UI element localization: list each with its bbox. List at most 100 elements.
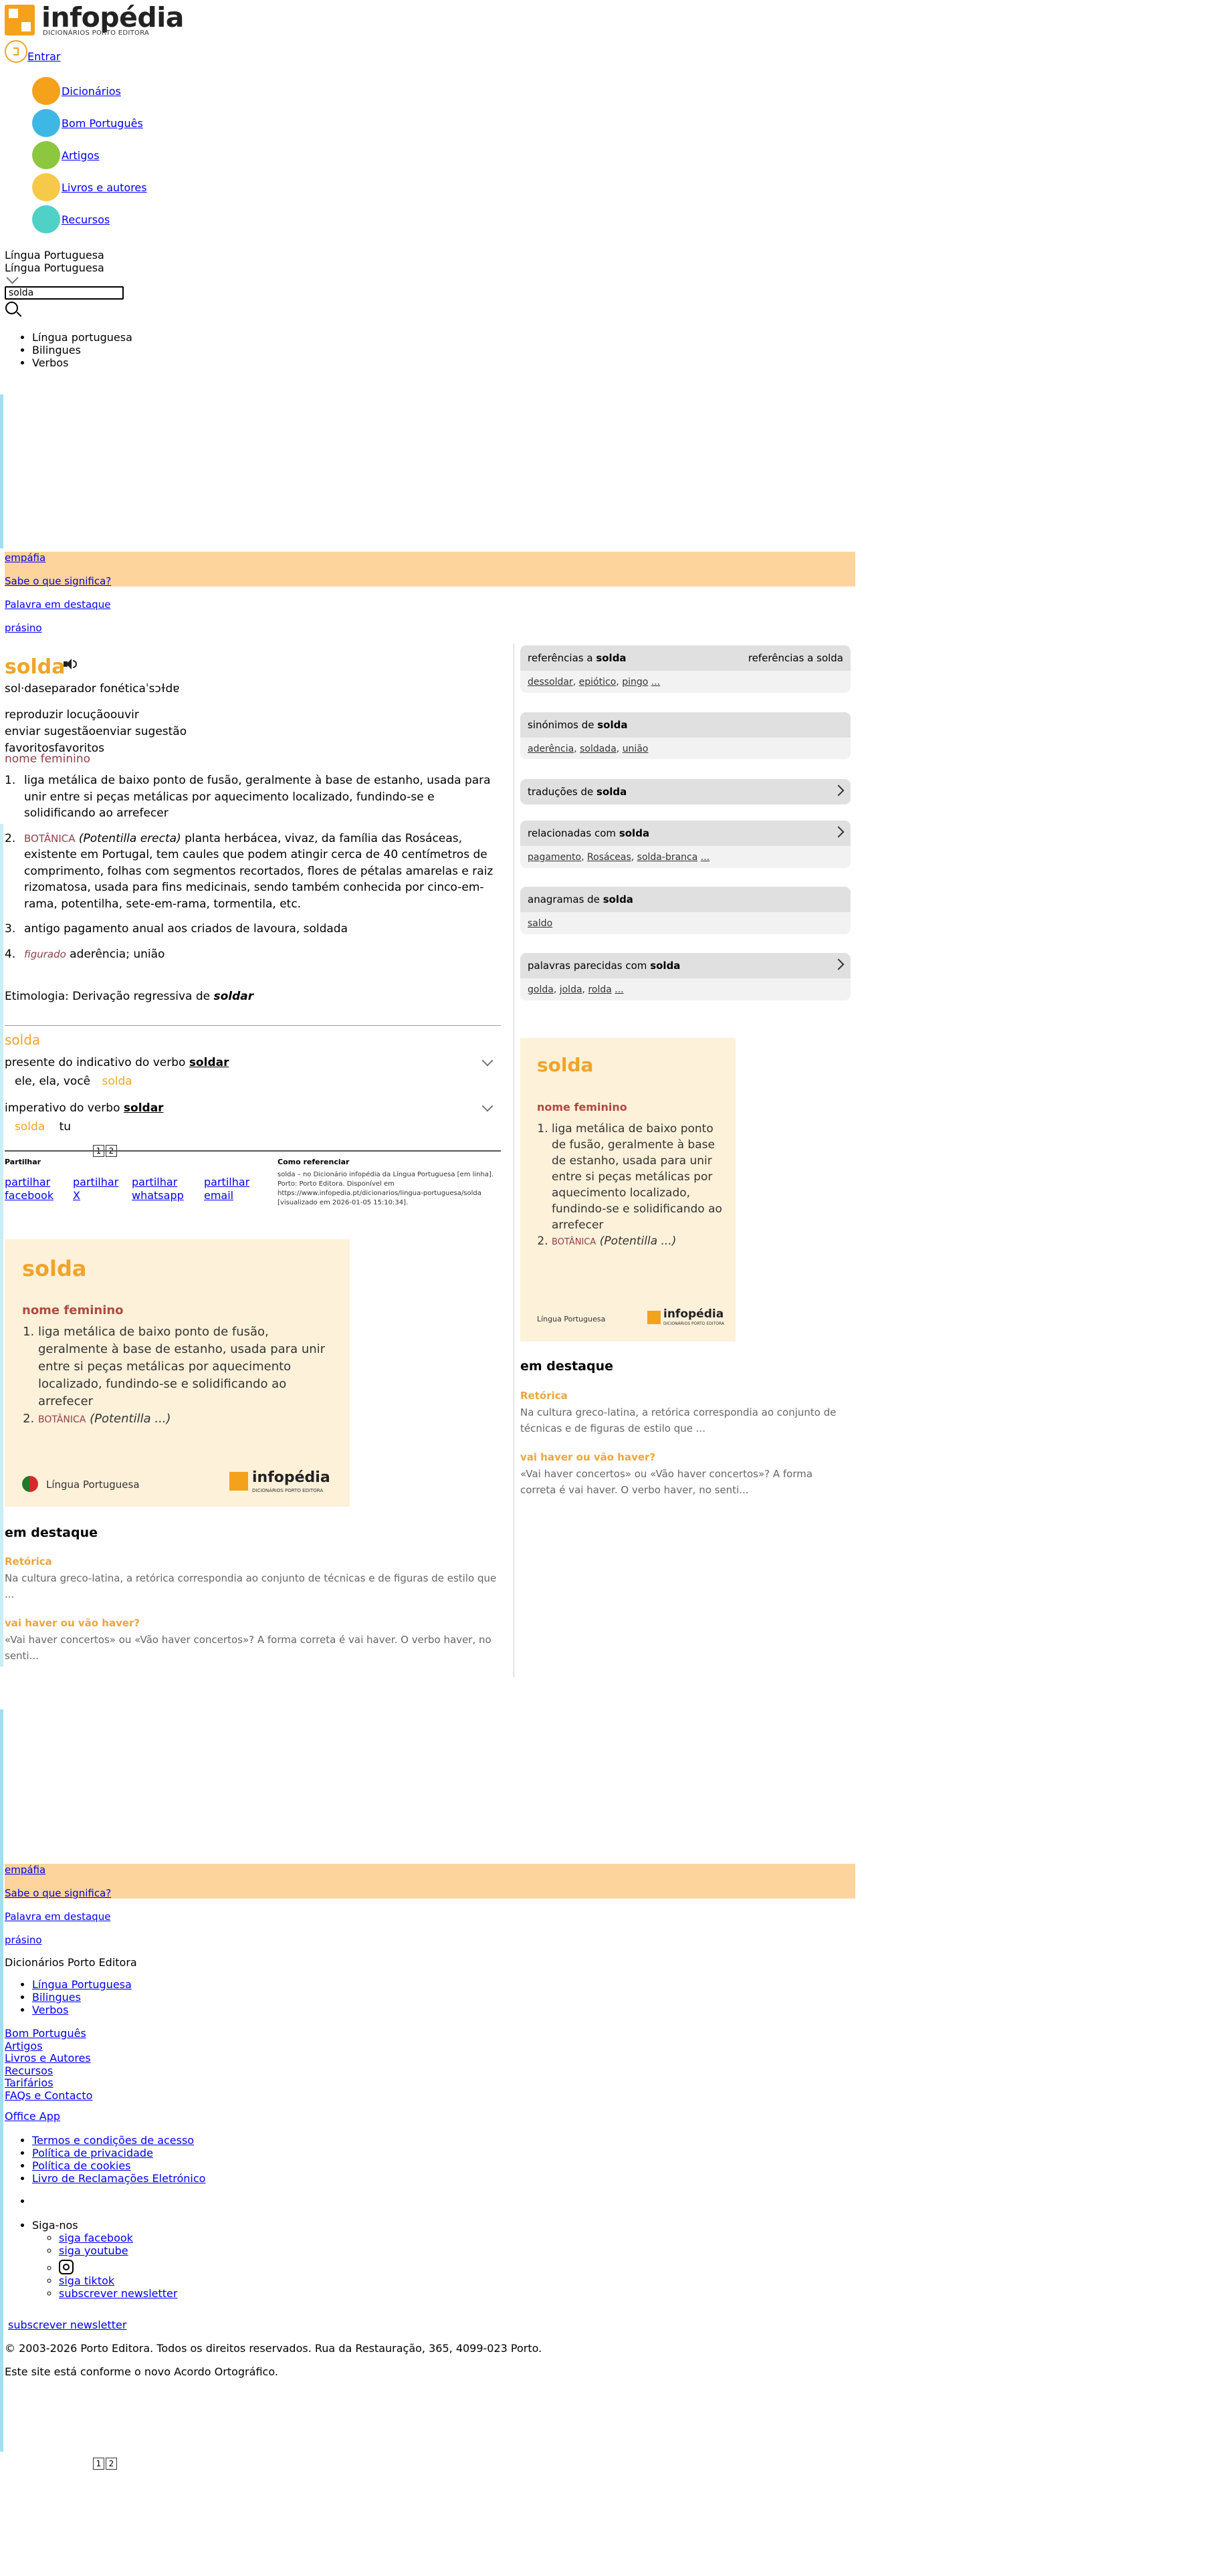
office-app-link[interactable]: Office App [5, 2110, 60, 2123]
youtube-link[interactable]: siga youtube [59, 2244, 128, 2257]
chevron-down-icon[interactable] [481, 1055, 493, 1067]
panel-link[interactable]: união [623, 744, 649, 754]
search-type-option[interactable]: Língua portuguesa [32, 331, 132, 344]
search-type-option[interactable]: Verbos [32, 356, 132, 369]
nav-item-dicionarios[interactable]: Dicionários [32, 75, 147, 107]
footer-link[interactable]: Verbos [32, 2004, 68, 2016]
share-whatsapp[interactable]: partilhar whatsapp [132, 1176, 199, 1202]
panel-link[interactable]: ... [701, 852, 709, 863]
footer-link[interactable]: FAQs e Contacto [5, 2089, 92, 2102]
next-word-link[interactable]: prásino [5, 1934, 42, 1946]
panel-link[interactable]: dessoldar [528, 677, 573, 687]
logo-name[interactable]: infopédia [41, 1, 184, 33]
featured-heading[interactable]: Retórica [520, 1390, 568, 1402]
suggest-button[interactable]: enviar sugestãoenviar sugestão [5, 724, 187, 740]
logo-icon [229, 1472, 248, 1491]
sense-row: 4. figurado aderência; união [5, 946, 500, 963]
nav-item-recursos[interactable]: Recursos [32, 203, 147, 235]
footer-legal-links: Termos e condições de acesso Política de… [0, 2134, 205, 2185]
panel-link[interactable]: ... [615, 984, 623, 995]
banner-word[interactable]: empáfia [5, 552, 45, 564]
logo-icon[interactable] [5, 5, 35, 35]
featured-word-link[interactable]: Palavra em destaque [5, 1911, 110, 1923]
footer-link[interactable]: Livros e Autores [5, 2052, 91, 2064]
featured-heading[interactable]: vai haver ou vão haver? [5, 1617, 140, 1629]
banner-question[interactable]: Sabe o que significa? [5, 1887, 111, 1899]
tiktok-link[interactable]: siga tiktok [59, 2274, 114, 2287]
next-word-link[interactable]: prásino [5, 622, 42, 634]
resources-icon [32, 205, 60, 233]
legal-link[interactable]: Termos e condições de acesso [32, 2134, 194, 2147]
verb-link[interactable]: soldar [189, 1056, 229, 1069]
footer-link[interactable]: Recursos [5, 2064, 53, 2077]
verb-link[interactable]: soldar [124, 1101, 164, 1115]
footer-link[interactable]: Bilingues [32, 1991, 81, 2004]
panel-link[interactable]: pingo [622, 677, 648, 687]
nav-link[interactable]: Livros e autores [62, 181, 147, 194]
panel-link[interactable]: soldada [580, 744, 617, 754]
share-facebook[interactable]: partilhar facebook [5, 1176, 72, 1202]
search-button[interactable] [5, 301, 22, 318]
page-button[interactable]: 1 [93, 2458, 104, 2470]
search-input[interactable] [5, 286, 124, 300]
panel-link[interactable]: ... [651, 677, 660, 687]
panel-header: traduções de solda [520, 779, 851, 804]
references-image: referências a solda [748, 652, 843, 664]
panel-link[interactable]: epiótico [579, 677, 617, 687]
footer-link[interactable]: Artigos [5, 2040, 43, 2052]
search-type-option[interactable]: Bilingues [32, 344, 132, 356]
word-banner-bottom: empáfia Sabe o que significa? [5, 1864, 855, 1899]
pager-bottom: 12 [93, 2458, 118, 2470]
panel-anagrams: anagramas de solda saldo [520, 887, 851, 934]
legal-link[interactable]: Política de cookies [32, 2159, 131, 2172]
footer-link[interactable]: Tarifários [5, 2076, 53, 2089]
nav-link[interactable]: Artigos [62, 149, 100, 162]
login-link[interactable]: Entrar [5, 40, 60, 63]
nav-item-livros[interactable]: Livros e autores [32, 171, 147, 203]
panel-link[interactable]: pagamento [528, 852, 581, 863]
featured-heading[interactable]: Retórica [5, 1555, 52, 1568]
panel-link[interactable]: rolda [588, 984, 611, 995]
newsletter-button[interactable]: subscrever newsletter [8, 2319, 126, 2331]
footer-link[interactable]: Língua Portuguesa [32, 1978, 132, 1991]
card-category: nome feminino [537, 1101, 627, 1113]
panel-label: anagramas de [528, 893, 603, 905]
verb-row-1[interactable]: presente do indicativo do verbo soldar [5, 1056, 229, 1069]
panel-link[interactable]: jolda [560, 984, 582, 995]
dictionary-select[interactable]: Língua Portuguesa Língua Portuguesa [5, 249, 104, 284]
login-text[interactable]: Entrar [27, 50, 60, 63]
etymology-word[interactable]: soldar [214, 990, 254, 1003]
play-button[interactable]: reproduzir locuçãoouvir [5, 707, 187, 724]
nav-link[interactable]: Bom Português [62, 117, 143, 130]
featured-word-link[interactable]: Palavra em destaque [5, 599, 110, 611]
share-email[interactable]: partilhar email [204, 1176, 271, 1202]
panel-link[interactable]: Rosáceas [587, 852, 631, 863]
nav-link[interactable]: Dicionários [62, 85, 121, 98]
chevron-down-icon[interactable] [481, 1100, 493, 1112]
legal-link[interactable]: Política de privacidade [32, 2147, 153, 2159]
newsletter-link[interactable]: subscrever newsletter [59, 2287, 177, 2300]
footer-empty-list [0, 2195, 32, 2208]
featured-heading[interactable]: vai haver ou vão haver? [520, 1451, 655, 1463]
nav-link[interactable]: Recursos [62, 213, 110, 226]
panel-header[interactable]: relacionadas com solda [520, 821, 851, 846]
facebook-link[interactable]: siga facebook [59, 2232, 133, 2244]
instagram-link[interactable] [59, 2257, 177, 2274]
verb-row-2[interactable]: imperativo do verbo soldar [5, 1101, 164, 1115]
panel-link[interactable]: aderência [528, 744, 574, 754]
footer-link[interactable]: Bom Português [5, 2027, 86, 2040]
page-button[interactable]: 2 [106, 2458, 117, 2470]
nav-item-bom-portugues[interactable]: Bom Português [32, 107, 147, 139]
panel-link[interactable]: saldo [528, 918, 552, 929]
panel-translations[interactable]: traduções de solda [520, 779, 851, 804]
panel-link[interactable]: golda [528, 984, 554, 995]
panel-link[interactable]: solda-branca [637, 852, 698, 863]
banner-word[interactable]: empáfia [5, 1864, 45, 1876]
banner-question[interactable]: Sabe o que significa? [5, 575, 111, 587]
logo-subtitle: DICIONÁRIOS PORTO EDITORA [43, 29, 150, 37]
legal-link[interactable]: Livro de Reclamações Eletrónico [32, 2172, 205, 2185]
share-x[interactable]: partilhar X [73, 1176, 126, 1202]
panel-header[interactable]: palavras parecidas com solda [520, 953, 851, 978]
panel-synonyms: sinónimos de solda aderência, soldada, u… [520, 712, 851, 759]
nav-item-artigos[interactable]: Artigos [32, 139, 147, 171]
